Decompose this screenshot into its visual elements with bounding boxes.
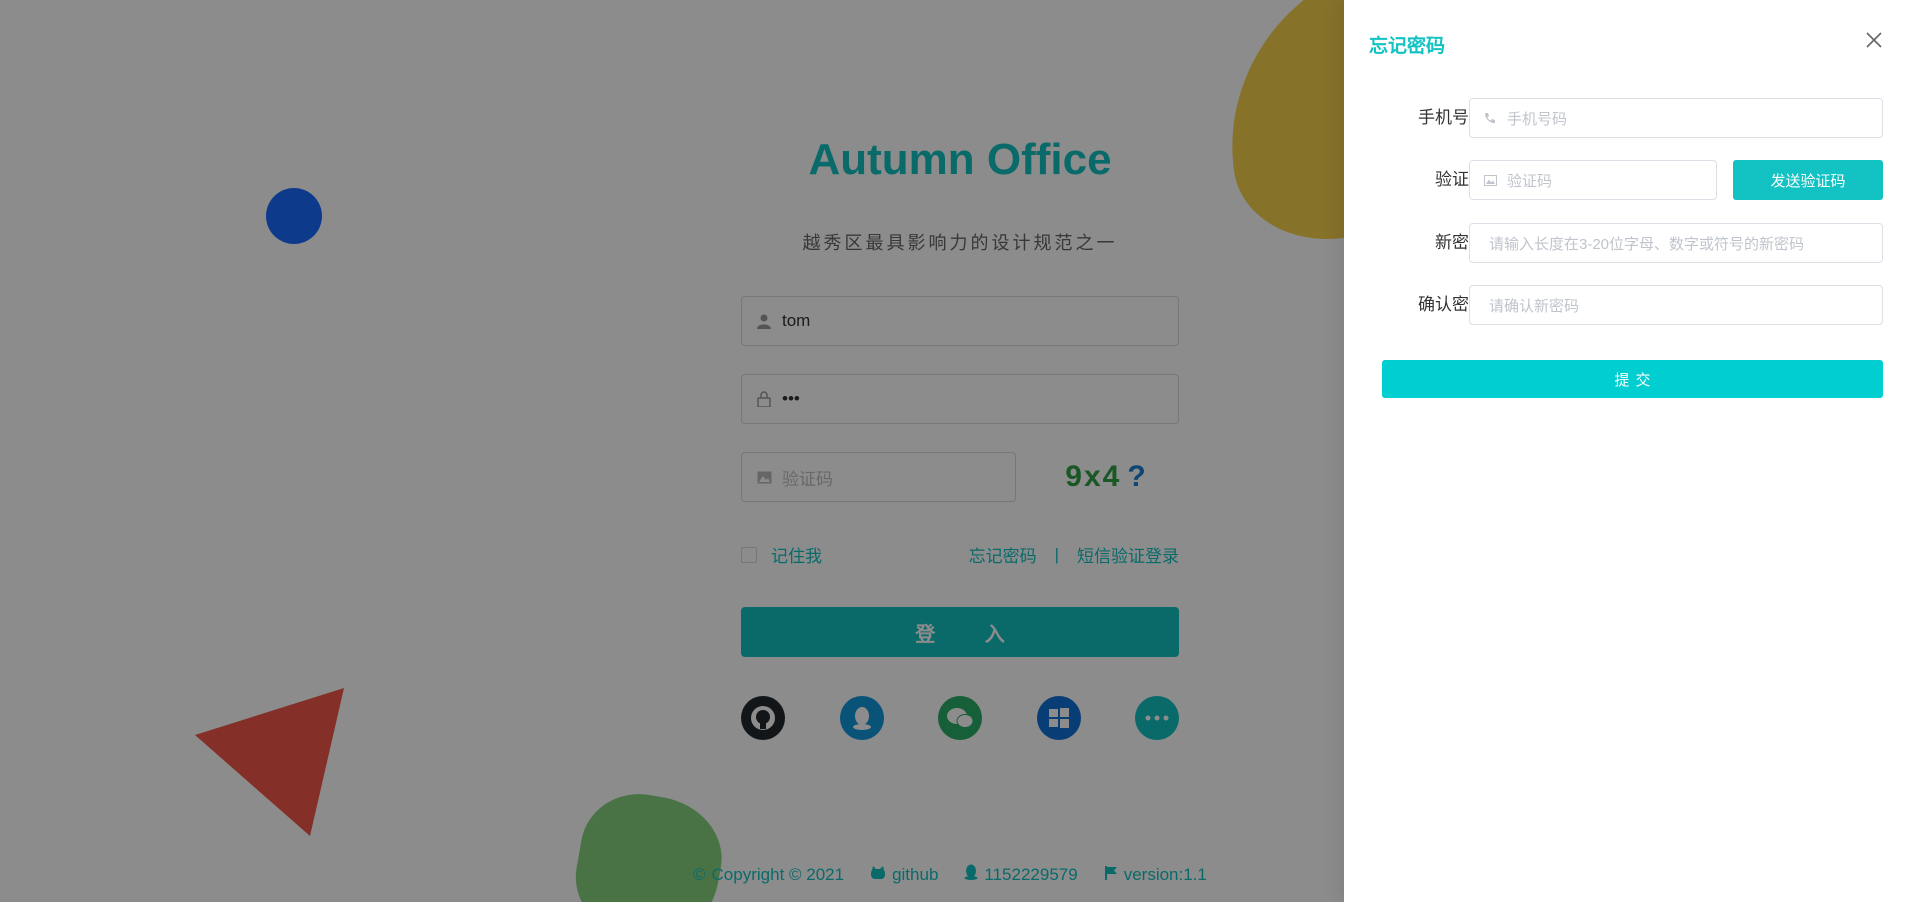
phone-placeholder: 手机号码 — [1507, 110, 1568, 128]
forgot-password-drawer: 忘记密码 手机号码 手机号码 验证码 验证码 发送验证码 新密码 请输入长度在3… — [1344, 0, 1920, 902]
image-icon — [1483, 173, 1497, 187]
new-password-placeholder: 请输入长度在3-20位字母、数字或符号的新密码 — [1489, 235, 1805, 253]
code-row: 验证码 验证码 发送验证码 — [1344, 160, 1920, 200]
submit-button[interactable]: 提交 — [1382, 360, 1883, 398]
confirm-password-placeholder: 请确认新密码 — [1489, 297, 1580, 315]
code-input[interactable]: 验证码 — [1469, 160, 1717, 200]
confirm-password-row: 确认密码 请确认新密码 — [1344, 285, 1920, 325]
drawer-title: 忘记密码 — [1369, 36, 1446, 57]
phone-icon — [1483, 111, 1497, 125]
phone-input[interactable]: 手机号码 — [1469, 98, 1883, 138]
new-password-input[interactable]: 请输入长度在3-20位字母、数字或符号的新密码 — [1469, 223, 1883, 263]
close-icon[interactable] — [1862, 28, 1886, 52]
code-placeholder: 验证码 — [1507, 172, 1553, 190]
phone-row: 手机号码 手机号码 — [1344, 98, 1920, 138]
confirm-password-input[interactable]: 请确认新密码 — [1469, 285, 1883, 325]
send-code-button[interactable]: 发送验证码 — [1733, 160, 1883, 200]
new-password-row: 新密码 请输入长度在3-20位字母、数字或符号的新密码 — [1344, 223, 1920, 263]
